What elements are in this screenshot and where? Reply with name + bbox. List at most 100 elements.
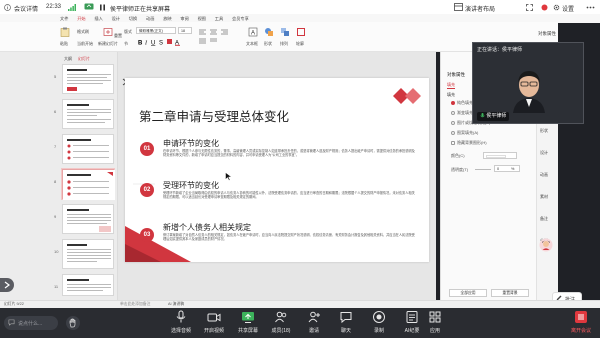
more-icon[interactable]: [586, 4, 595, 11]
chat-bubble-icon: [8, 319, 15, 326]
color-picker[interactable]: [483, 152, 517, 159]
raise-hand-button[interactable]: [66, 316, 80, 330]
hide-background-checkbox[interactable]: 隐藏背景图形(H): [451, 140, 487, 146]
ppt-tab-8[interactable]: 视图: [198, 16, 206, 22]
shape-tool[interactable]: 形状: [540, 128, 548, 134]
apply-all-button[interactable]: 全部应用: [449, 289, 487, 297]
pause-share-icon[interactable]: [99, 4, 106, 11]
meeting-info-button[interactable]: [4, 4, 11, 11]
svg-text:A: A: [251, 31, 255, 37]
assistant-avatar-icon[interactable]: [539, 238, 553, 252]
members-button[interactable]: 成员(18): [268, 310, 294, 334]
record-button[interactable]: 录制: [366, 310, 392, 334]
signal-icon: [68, 4, 76, 11]
text-box-icon[interactable]: A: [248, 27, 258, 37]
new-slide-label[interactable]: 新建幻灯片: [98, 41, 118, 47]
new-slide-icon[interactable]: [103, 27, 113, 37]
ppt-tab-5[interactable]: 动画: [146, 16, 154, 22]
paragraph-align-row: [198, 28, 244, 46]
outline-label[interactable]: 轮廓: [296, 41, 304, 47]
animation-tool[interactable]: 动画: [540, 172, 548, 178]
shape-icon[interactable]: [264, 27, 274, 37]
leave-meeting-button[interactable]: 离开会议: [566, 310, 596, 334]
pattern-fill-option[interactable]: 图案填充(A): [451, 130, 478, 136]
ppt-tab-4[interactable]: 切换: [129, 16, 137, 22]
gear-icon[interactable]: [553, 4, 560, 11]
slide-thumbnail[interactable]: [62, 239, 114, 269]
section-button[interactable]: 节: [124, 41, 128, 47]
notes-hint[interactable]: 单击此处添加备注: [120, 302, 150, 307]
share-screen-button[interactable]: 共享屏幕: [235, 310, 261, 334]
slide-thumbnail[interactable]: [62, 204, 114, 234]
font-size-select[interactable]: 18: [178, 27, 192, 34]
section-heading: 受理环节的变化: [163, 181, 219, 190]
leave-meeting-label: 离开会议: [570, 328, 591, 334]
layout-button[interactable]: 版式: [124, 29, 132, 35]
ppt-tab-2[interactable]: 插入: [94, 16, 102, 22]
layout-icon: [454, 3, 463, 11]
slide-thumbnail[interactable]: [62, 64, 114, 94]
slides-tab[interactable]: 幻灯片: [78, 56, 90, 62]
transparency-slider[interactable]: [475, 169, 491, 170]
font-name-value: 微软雅黑(正文): [139, 28, 163, 33]
fullscreen-icon[interactable]: [526, 4, 533, 11]
paste-icon[interactable]: [60, 27, 70, 37]
record-indicator-icon: [541, 4, 548, 11]
text-box-label[interactable]: 文本框: [246, 41, 258, 47]
slide-thumbnail-selected[interactable]: [62, 169, 115, 200]
section-body: 在申请环节，根据个人参与无限性债务的，董事、高级管理人员或实际控制人如连带承担责…: [163, 149, 415, 158]
audio-button[interactable]: 选择音频: [168, 310, 194, 334]
reset-background-button[interactable]: 重置背景: [491, 289, 529, 297]
slide-thumbnail[interactable]: [62, 99, 114, 129]
fill-tab[interactable]: 填充: [447, 82, 455, 89]
speaker-view-button[interactable]: 演讲者布局: [465, 4, 495, 13]
ppt-tab-6[interactable]: 放映: [163, 16, 171, 22]
video-button[interactable]: 开启视频: [201, 310, 227, 334]
slide-thumbnail-pane: 大纲 幻灯片 5 6 7 8 9 10 11: [0, 52, 118, 300]
arrange-label[interactable]: 排列: [280, 41, 288, 47]
current-slide[interactable]: 第二章申请与受理总体变化 01 申请环节的变化 在申请环节，根据个人参与无限性债…: [125, 78, 429, 262]
ppt-tab-10[interactable]: 会员专享: [232, 16, 249, 22]
paste-label[interactable]: 粘贴: [60, 41, 68, 47]
notes-tool[interactable]: 备注: [540, 216, 548, 222]
chat-icon: [340, 312, 352, 324]
arrange-icon[interactable]: [280, 27, 290, 37]
outline-tab[interactable]: 大纲: [64, 56, 72, 62]
apps-button[interactable]: 应用: [422, 310, 448, 334]
ppt-tab-7[interactable]: 审阅: [180, 16, 188, 22]
slide-thumbnail[interactable]: [62, 134, 114, 164]
share-screen-icon: [242, 312, 254, 323]
design-tool[interactable]: 设计: [540, 150, 548, 156]
font-name-select[interactable]: 微软雅黑(正文): [136, 27, 176, 34]
object-attr-tab[interactable]: 对象属性: [538, 31, 556, 37]
ppt-tab-1[interactable]: 开始: [77, 16, 85, 22]
reset-button[interactable]: 重置: [114, 33, 122, 39]
collapse-panel-button[interactable]: [0, 278, 14, 292]
option-label: 图案填充(A): [457, 130, 479, 135]
ppt-tab-0[interactable]: 文件: [60, 16, 68, 22]
option-label: 隐藏背景图形(H): [457, 140, 487, 145]
settings-label[interactable]: 设置: [562, 4, 574, 13]
chat-button[interactable]: 聊天: [333, 310, 359, 334]
shape-label[interactable]: 形状: [264, 41, 272, 47]
checkbox-icon: [451, 140, 455, 145]
members-label: 成员(18): [271, 328, 291, 334]
invite-button[interactable]: 邀请: [301, 310, 327, 334]
material-tool[interactable]: 素材: [540, 194, 548, 200]
meeting-info-label[interactable]: 会议详情: [14, 4, 38, 13]
ppt-tab-3[interactable]: 设计: [112, 16, 120, 22]
from-current-button[interactable]: 当前开始: [77, 41, 93, 47]
chat-input[interactable]: 说点什么...: [4, 316, 58, 330]
ai-script-button[interactable]: AI 演讲稿: [168, 302, 184, 307]
radio-checked-icon: [451, 100, 455, 105]
share-screen-label: 共享屏幕: [237, 328, 258, 334]
chat-label: 聊天: [340, 328, 351, 334]
slide-number: 11: [54, 284, 59, 289]
ppt-status-bar: 幻灯片 9/22 单击此处添加备注 AI 演讲稿: [0, 300, 600, 308]
format-painter-button[interactable]: 格式刷: [77, 29, 89, 35]
presenter-video-tile[interactable]: 正在讲话：侯平律师 侯平律师: [472, 42, 584, 124]
transparency-input[interactable]: 0 %: [494, 165, 520, 172]
slide-thumbnail[interactable]: [62, 274, 114, 296]
ppt-tab-9[interactable]: 工具: [215, 16, 223, 22]
outline-icon[interactable]: [296, 27, 306, 37]
